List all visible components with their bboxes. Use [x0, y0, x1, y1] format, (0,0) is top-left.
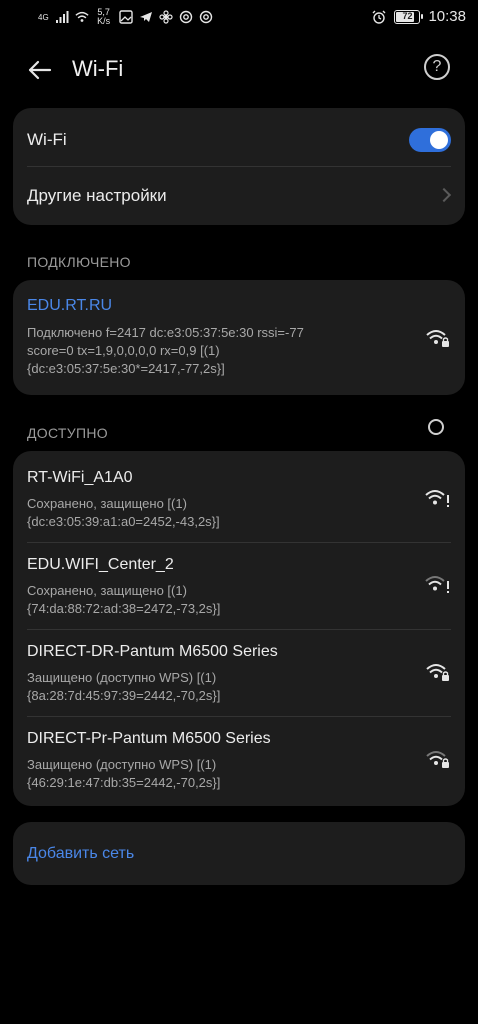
- wifi-toggle-switch[interactable]: [409, 128, 451, 152]
- at-sign-icon: [179, 10, 192, 24]
- status-bar: 4G 5,7 K/s 72 10:38: [0, 0, 478, 36]
- network-status: Защищено (доступно WPS) [(1): [27, 757, 217, 772]
- connected-detail-line: Подключено f=2417 dc:e3:05:37:5e:30 rssi…: [27, 325, 304, 340]
- wifi-toggle-row[interactable]: Wi-Fi: [13, 108, 465, 166]
- available-networks-card: RT-WiFi_A1A0 Сохранено, защищено [(1) {d…: [13, 451, 465, 806]
- add-network-card[interactable]: Добавить сеть: [13, 822, 465, 885]
- wifi-lock-icon: [426, 330, 449, 347]
- network-name: DIRECT-DR-Pantum M6500 Series: [27, 643, 278, 660]
- network-row[interactable]: EDU.WIFI_Center_2 Сохранено, защищено [(…: [13, 543, 465, 629]
- connected-section-title: ПОДКЛЮЧЕНО: [27, 254, 131, 270]
- network-name: EDU.WIFI_Center_2: [27, 556, 174, 573]
- flower-notification-icon: [159, 10, 173, 24]
- network-info: {74:da:88:72:ad:38=2472,-73,2s}]: [27, 601, 221, 616]
- image-notification-icon: [118, 10, 133, 24]
- wifi-lock-icon: [426, 751, 449, 768]
- available-section-title: ДОСТУПНО: [27, 425, 108, 441]
- other-settings-label: Другие настройки: [27, 186, 167, 205]
- clock: 10:38: [428, 8, 466, 25]
- network-details: Сохранено, защищено [(1) {dc:e3:05:39:a1…: [27, 495, 422, 531]
- network-info: {8a:28:7d:45:97:39=2442,-70,2s}]: [27, 688, 221, 703]
- status-bar-left: 4G 5,7 K/s: [38, 8, 213, 26]
- other-settings-row[interactable]: Другие настройки: [13, 166, 465, 225]
- wifi-status-icon: [75, 11, 89, 22]
- network-info: {46:29:1e:47:db:35=2442,-70,2s}]: [27, 775, 221, 790]
- connected-network-details: Подключено f=2417 dc:e3:05:37:5e:30 rssi…: [27, 324, 422, 378]
- at-sign-icon-2: [199, 10, 212, 24]
- connected-network-card[interactable]: EDU.RT.RU Подключено f=2417 dc:e3:05:37:…: [13, 280, 465, 395]
- network-details: Сохранено, защищено [(1) {74:da:88:72:ad…: [27, 582, 422, 618]
- status-bar-right: 72 10:38: [372, 8, 466, 25]
- network-status: Сохранено, защищено [(1): [27, 496, 187, 511]
- network-row[interactable]: DIRECT-DR-Pantum M6500 Series Защищено (…: [13, 630, 465, 716]
- connected-network-name: EDU.RT.RU: [27, 297, 113, 314]
- scanning-spinner-icon: [428, 419, 444, 435]
- help-icon[interactable]: ?: [424, 54, 450, 80]
- battery-indicator: 72: [394, 9, 424, 24]
- network-row[interactable]: DIRECT-Pr-Pantum M6500 Series Защищено (…: [13, 717, 465, 806]
- wifi-settings-card: Wi-Fi Другие настройки: [13, 108, 465, 225]
- page-title: Wi-Fi: [72, 56, 124, 81]
- network-name: DIRECT-Pr-Pantum M6500 Series: [27, 730, 271, 747]
- back-arrow-icon[interactable]: [24, 54, 56, 86]
- network-info: {dc:e3:05:39:a1:a0=2452,-43,2s}]: [27, 514, 220, 529]
- alarm-icon: [372, 10, 386, 24]
- wifi-alert-icon: [425, 490, 449, 507]
- net-speed-unit: K/s: [97, 16, 111, 26]
- network-details: Защищено (доступно WPS) [(1) {46:29:1e:4…: [27, 756, 422, 792]
- net-speed: 5,7 K/s: [95, 8, 113, 26]
- add-network-button[interactable]: Добавить сеть: [27, 845, 134, 863]
- network-status: Сохранено, защищено [(1): [27, 583, 187, 598]
- chevron-right-icon: [436, 187, 452, 203]
- network-status: Защищено (доступно WPS) [(1): [27, 670, 217, 685]
- network-details: Защищено (доступно WPS) [(1) {8a:28:7d:4…: [27, 669, 422, 705]
- network-name: RT-WiFi_A1A0: [27, 469, 133, 486]
- network-type-label: 4G: [38, 12, 49, 22]
- connected-detail-line: score=0 tx=1,9,0,0,0,0 rx=0,9 [(1): [27, 343, 220, 358]
- cell-signal-icon: [55, 11, 69, 23]
- connected-detail-line: {dc:e3:05:37:5e:30*=2417,-77,2s}]: [27, 361, 225, 376]
- wifi-lock-icon: [426, 664, 449, 681]
- wifi-alert-icon: [425, 576, 449, 593]
- toggle-knob: [430, 131, 448, 149]
- telegram-icon: [139, 12, 152, 22]
- battery-level: 72: [402, 10, 413, 21]
- network-row[interactable]: RT-WiFi_A1A0 Сохранено, защищено [(1) {d…: [13, 451, 465, 542]
- wifi-toggle-label: Wi-Fi: [27, 130, 67, 149]
- app-header: Wi-Fi ?: [0, 48, 478, 92]
